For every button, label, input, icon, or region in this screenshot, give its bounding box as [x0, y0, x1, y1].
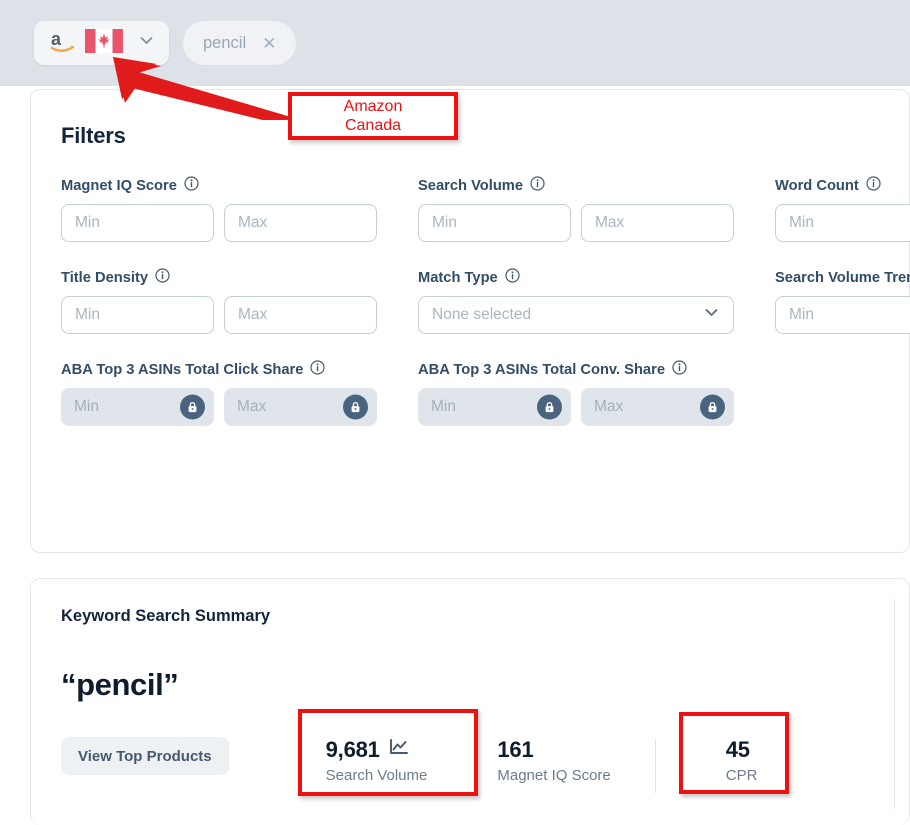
- filter-title-density: Title Density: [61, 268, 418, 334]
- lock-icon[interactable]: [700, 394, 725, 420]
- filter-match-type: Match Type None selected: [418, 268, 775, 334]
- aba-conv-share-min-wrap: [418, 388, 571, 426]
- metric-label: Search Volume: [325, 767, 428, 784]
- title-density-min-input[interactable]: [61, 296, 214, 334]
- amazon-logo-icon: a: [50, 29, 76, 58]
- filter-label: Magnet IQ Score: [61, 176, 418, 195]
- filter-label-text: ABA Top 3 ASINs Total Click Share: [61, 361, 304, 378]
- filter-label-text: Title Density: [61, 269, 149, 286]
- line-chart-icon[interactable]: [389, 737, 409, 763]
- match-type-select[interactable]: None selected: [418, 296, 734, 334]
- filter-inputs: [418, 204, 775, 242]
- filter-row: ABA Top 3 ASINs Total Click Share Min Ma…: [61, 360, 910, 426]
- aba-click-share-min-wrap: [61, 388, 214, 426]
- page-title: Filters: [61, 123, 126, 148]
- search-volume-trend-min-input[interactable]: [775, 296, 910, 334]
- metric-magnet-iq-score: 161 Magnet IQ Score: [497, 737, 610, 784]
- metric-value: 45: [725, 737, 750, 762]
- metric-value: 161: [497, 737, 534, 762]
- magnet-iq-score-max-input[interactable]: [224, 204, 377, 242]
- metric-label: Magnet IQ Score: [497, 767, 611, 784]
- filter-label-text: Word Count: [775, 177, 859, 194]
- view-top-products-button[interactable]: View Top Products: [61, 737, 229, 775]
- magnet-iq-score-min-input[interactable]: [61, 204, 214, 242]
- keyword-search-summary-card: Keyword Search Summary “pencil” View Top…: [30, 578, 910, 825]
- filter-label-text: Magnet IQ Score: [61, 177, 177, 194]
- filter-inputs: [418, 388, 775, 426]
- filter-row: Magnet IQ Score Search V: [61, 176, 910, 242]
- keyword-heading: “pencil”: [61, 667, 179, 702]
- filter-label: Search Volume: [418, 176, 775, 195]
- filter-label: Match Type: [418, 268, 775, 287]
- search-volume-max-input[interactable]: [581, 204, 734, 242]
- info-icon[interactable]: [672, 360, 687, 379]
- word-count-min-input[interactable]: [775, 204, 910, 242]
- svg-text:a: a: [51, 29, 62, 49]
- filter-search-volume-trend: Search Volume Trend: [775, 268, 910, 334]
- filter-label: Word Count: [775, 176, 910, 195]
- filter-label-text: Search Volume Trend: [775, 269, 910, 286]
- marketplace-selector[interactable]: a: [34, 21, 169, 65]
- metric-value-wrap: 45: [726, 737, 758, 763]
- title-density-max-input[interactable]: [224, 296, 377, 334]
- info-icon[interactable]: [184, 176, 199, 195]
- filter-label: Title Density: [61, 268, 418, 287]
- filter-label: ABA Top 3 ASINs Total Click Share: [61, 360, 418, 379]
- metrics-row: View Top Products 9,681 Search Volume 16…: [61, 737, 757, 793]
- search-keyword-chip[interactable]: pencil ✕: [183, 21, 297, 65]
- filter-inputs: [61, 388, 418, 426]
- filter-row: Title Density Match Type: [61, 268, 910, 334]
- search-keyword-text: pencil: [203, 33, 247, 52]
- top-bar: a pencil ✕: [0, 0, 910, 86]
- metric-divider: [654, 739, 656, 793]
- filter-inputs: [775, 204, 910, 242]
- lock-icon[interactable]: [180, 394, 205, 420]
- filter-aba-top3-conv-share: ABA Top 3 ASINs Total Conv. Share: [418, 360, 775, 426]
- search-volume-min-input[interactable]: [418, 204, 571, 242]
- lock-icon[interactable]: [537, 394, 562, 420]
- metric-value: 9,681: [325, 737, 380, 762]
- filter-inputs: [61, 204, 418, 242]
- aba-conv-share-max-wrap: [581, 388, 734, 426]
- chevron-down-icon: [703, 304, 720, 326]
- aba-click-share-max-wrap: [224, 388, 377, 426]
- filter-label: ABA Top 3 ASINs Total Conv. Share: [418, 360, 775, 379]
- filter-grid: Magnet IQ Score Search V: [61, 176, 910, 426]
- filter-label-text: ABA Top 3 ASINs Total Conv. Share: [418, 361, 665, 378]
- summary-title: Keyword Search Summary: [61, 607, 271, 625]
- filter-magnet-iq-score: Magnet IQ Score: [61, 176, 418, 242]
- info-icon[interactable]: [505, 268, 520, 287]
- filters-card: Filters Magnet IQ Score Min Max Search V…: [30, 89, 910, 553]
- filter-search-volume: Search Volume: [418, 176, 775, 242]
- filter-aba-top3-click-share: ABA Top 3 ASINs Total Click Share: [61, 360, 418, 426]
- filter-label: Search Volume Trend: [775, 268, 910, 287]
- info-icon[interactable]: [310, 360, 325, 379]
- filter-label-text: Search Volume: [418, 177, 524, 194]
- lock-icon[interactable]: [343, 394, 368, 420]
- filter-label-text: Match Type: [418, 269, 498, 286]
- close-icon[interactable]: ✕: [262, 35, 276, 52]
- filter-inputs: [61, 296, 418, 334]
- chevron-down-icon[interactable]: [138, 32, 155, 54]
- filter-word-count: Word Count: [775, 176, 910, 242]
- info-icon[interactable]: [530, 176, 545, 195]
- canada-flag-icon: [85, 28, 123, 58]
- filter-inputs: [775, 296, 910, 334]
- panel-divider: [894, 599, 895, 809]
- info-icon[interactable]: [155, 268, 170, 287]
- metric-cpr: 45 CPR: [726, 737, 758, 784]
- metric-value-wrap: 9,681: [326, 737, 428, 763]
- match-type-selected-value: None selected: [432, 306, 532, 323]
- metric-label: CPR: [725, 767, 758, 784]
- metric-search-volume: 9,681 Search Volume: [326, 737, 428, 784]
- info-icon[interactable]: [866, 176, 881, 195]
- metric-value-wrap: 161: [497, 737, 610, 763]
